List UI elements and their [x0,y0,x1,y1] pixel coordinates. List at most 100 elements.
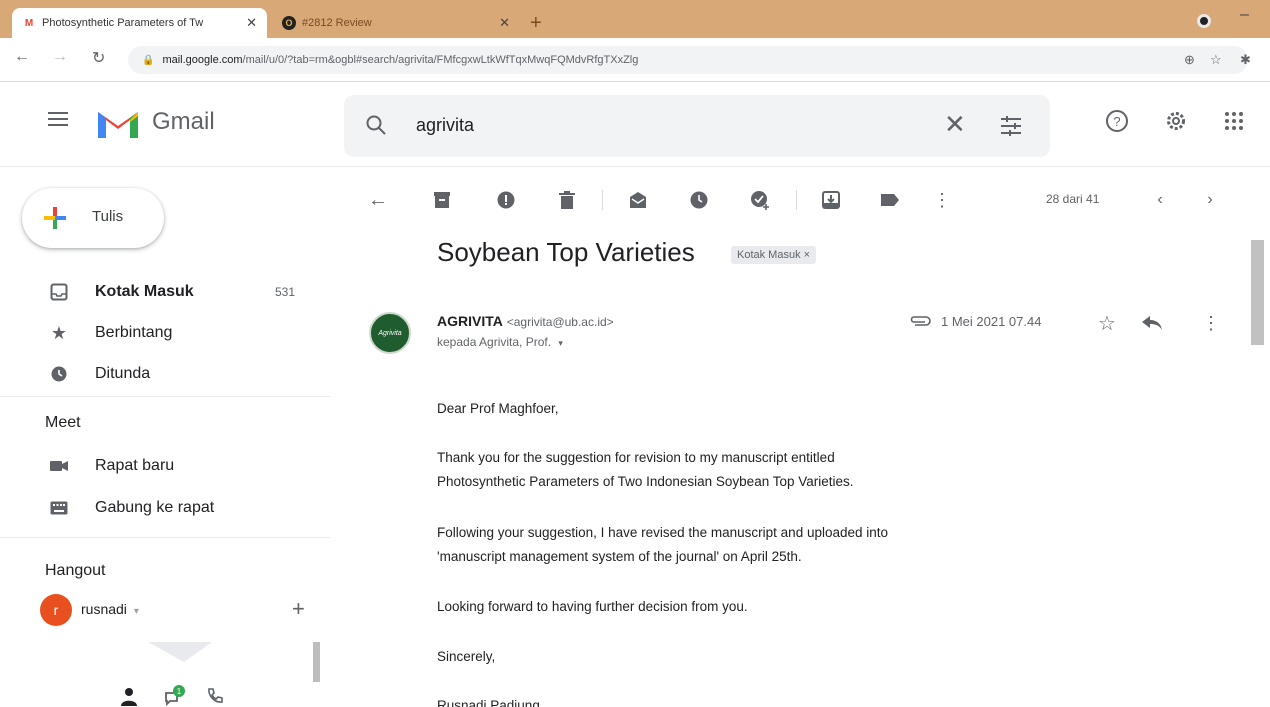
sender[interactable]: AGRIVITA <agrivita@ub.ac.id> [437,313,614,329]
divider [0,537,330,538]
mark-unread-icon[interactable] [626,188,650,212]
sidebar-item-new-meeting[interactable]: Rapat baru [0,450,330,482]
sidebar-item-label: Berbintang [95,324,173,341]
browser-tab-gmail[interactable]: M Photosynthetic Parameters of Tw ✕ [12,8,267,38]
email-subject: Soybean Top Varieties [437,237,695,267]
tab-title: Photosynthetic Parameters of Tw [42,17,204,29]
plus-icon [44,207,66,229]
email-date: 1 Mei 2021 07.44 [941,314,1042,329]
new-tab-button[interactable]: + [530,13,542,33]
toolbar-divider [796,190,797,210]
pagination-text: 28 dari 41 [1046,192,1100,206]
phone-icon[interactable] [206,684,224,707]
gmail-logo-icon[interactable] [94,104,142,142]
inbox-icon [50,283,68,301]
body-line: Dear Prof Maghfoer, [437,401,559,416]
browser-tab-review[interactable]: O #2812 Review ✕ [272,8,520,38]
back-icon[interactable]: ← [14,48,30,66]
add-to-tasks-icon[interactable] [748,188,772,212]
sender-name: AGRIVITA [437,313,503,329]
avatar[interactable]: r [40,594,72,626]
hangout-user-name: rusnadi [81,601,127,617]
forward-icon[interactable]: → [52,48,68,66]
newer-icon[interactable]: ‹ [1148,188,1172,212]
unread-count: 531 [275,285,296,299]
help-icon[interactable]: ? [1103,107,1131,135]
profile-icon[interactable] [1197,14,1211,28]
screen: M Photosynthetic Parameters of Tw ✕ O #2… [0,0,1270,707]
close-tab-icon[interactable]: ✕ [246,15,257,31]
close-tab-icon[interactable]: ✕ [499,15,510,31]
more-vert-icon[interactable]: ⋮ [1199,311,1223,335]
search-icon[interactable] [364,113,388,137]
new-conversation-button[interactable]: + [292,596,305,622]
url-host: mail.google.com [162,54,243,66]
recipients-label: kepada Agrivita, Prof. [437,335,552,349]
body-line: Photosynthetic Parameters of Two Indones… [437,474,854,489]
gmail-header: Gmail agrivita ✕ ? [0,82,1270,167]
sender-avatar[interactable]: Agrivita [369,312,411,354]
sidebar-item-snoozed[interactable]: Ditunda [0,358,330,390]
bookmark-star-icon[interactable]: ☆ [1210,52,1222,68]
video-icon [50,457,68,475]
archive-icon[interactable] [430,188,454,212]
sidebar-scrollbar[interactable] [313,642,320,682]
hangout-user[interactable]: rusnadi ▾ [81,601,139,617]
sidebar-item-inbox[interactable]: Kotak Masuk 531 [0,276,330,308]
chevron-down-icon[interactable]: ▾ [558,338,563,348]
divider [0,396,330,397]
search-input[interactable]: agrivita [416,115,474,136]
chat-icon[interactable]: 1 [163,684,185,707]
body-line: Thank you for the suggestion for revisio… [437,450,835,465]
move-to-icon[interactable] [819,188,843,212]
keyboard-icon [50,499,68,517]
gmail-icon: M [24,17,34,29]
search-box[interactable]: agrivita ✕ [344,95,1050,157]
report-spam-icon[interactable] [494,188,518,212]
main-menu-icon[interactable] [48,112,68,126]
svg-text:?: ? [1113,114,1120,129]
attachment-icon [910,316,931,326]
label-icon[interactable] [878,188,902,212]
back-to-list-icon[interactable]: ← [366,188,390,212]
lock-icon: 🔒 [142,54,155,66]
star-icon: ★ [50,322,68,343]
body-line: Following your suggestion, I have revise… [437,525,889,540]
sidebar-item-label: Kotak Masuk [95,283,194,300]
recipients[interactable]: kepada Agrivita, Prof. ▾ [437,335,563,349]
body-line: Rusnadi Padjung [437,698,540,707]
extensions-icon[interactable]: ✱ [1240,52,1251,68]
reply-icon[interactable] [1140,311,1164,335]
settings-gear-icon[interactable] [1162,107,1190,135]
snooze-icon[interactable] [687,188,711,212]
ojs-icon: O [282,16,296,30]
more-vert-icon[interactable]: ⋮ [930,188,954,212]
clear-search-icon[interactable]: ✕ [944,111,966,137]
compose-label: Tulis [92,208,124,225]
sidebar-item-join-meeting[interactable]: Gabung ke rapat [0,492,330,524]
chat-badge: 1 [177,687,182,696]
star-icon[interactable]: ☆ [1095,311,1119,335]
meet-heading: Meet [45,414,81,431]
reload-icon[interactable]: ↻ [92,48,105,68]
toolbar-divider [602,190,603,210]
sidebar-item-label: Ditunda [95,365,151,382]
tab-title: #2812 Review [302,17,372,29]
sidebar-item-starred[interactable]: ★ Berbintang [0,317,330,349]
compose-button[interactable]: Tulis [22,188,164,248]
apps-grid-icon[interactable] [1220,107,1248,135]
clock-icon [50,365,68,383]
browser-tab-strip: M Photosynthetic Parameters of Tw ✕ O #2… [0,0,1270,38]
inbox-label-chip[interactable]: Kotak Masuk × [731,246,817,264]
search-options-icon[interactable] [998,113,1024,139]
minimize-button[interactable]: – [1240,6,1249,24]
zoom-icon[interactable]: ⊕ [1184,52,1195,68]
body-line: Looking forward to having further decisi… [437,599,748,614]
older-icon[interactable]: › [1198,188,1222,212]
hangout-empty-bubble [148,642,212,662]
main-scrollbar[interactable] [1251,240,1264,345]
address-bar-row: ← → ↻ 🔒 mail.google.com /mail/u/0/?tab=r… [0,38,1270,82]
url-field[interactable]: 🔒 mail.google.com /mail/u/0/?tab=rm&ogbl… [128,46,1248,74]
contacts-icon[interactable] [120,684,138,707]
delete-icon[interactable] [555,188,579,212]
